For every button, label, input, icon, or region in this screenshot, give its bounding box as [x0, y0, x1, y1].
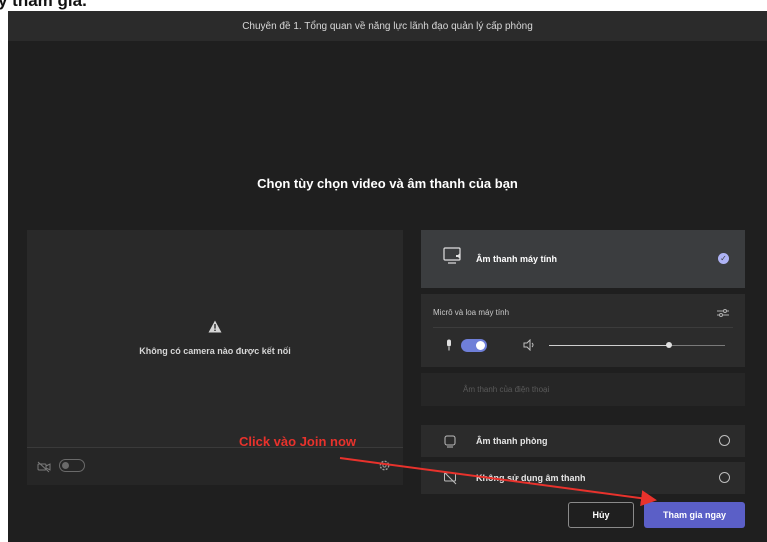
no-audio-radio[interactable]: [719, 472, 730, 483]
room-audio-radio[interactable]: [719, 435, 730, 446]
computer-audio-label: Âm thanh máy tính: [476, 254, 558, 264]
volume-slider[interactable]: [549, 342, 725, 348]
camera-toggle[interactable]: [59, 459, 85, 472]
microphone-icon: [445, 338, 453, 356]
camera-toggle-knob: [62, 462, 69, 469]
phone-audio-label: Âm thanh của điện thoại: [463, 385, 550, 394]
option-computer-audio[interactable]: Âm thanh máy tính ✓: [421, 230, 745, 288]
no-audio-icon: [443, 471, 457, 490]
preview-toolbar: [27, 447, 403, 485]
device-settings-box: Micrô và loa máy tính: [421, 294, 745, 367]
window-titlebar: Chuyên đề 1. Tổng quan về năng lực lãnh …: [8, 11, 767, 41]
device-label: Micrô và loa máy tính: [433, 308, 510, 317]
speaker-icon: [523, 338, 537, 356]
monitor-speaker-icon: [443, 247, 463, 270]
option-room-audio[interactable]: Âm thanh phòng: [421, 425, 745, 457]
check-icon: ✓: [718, 253, 729, 264]
teams-join-window: Chuyên đề 1. Tổng quan về năng lực lãnh …: [8, 11, 767, 542]
document-heading: y tham gia.: [0, 0, 87, 10]
gear-icon[interactable]: [378, 459, 391, 477]
page-title: Chọn tùy chọn video và âm thanh của bạn: [257, 176, 518, 191]
cancel-button[interactable]: Hủy: [568, 502, 634, 528]
camera-off-icon: [37, 460, 51, 478]
join-now-button[interactable]: Tham gia ngay: [644, 502, 745, 528]
no-camera-message: Không có camera nào được kết nối: [139, 346, 291, 356]
microphone-toggle-knob: [476, 341, 485, 350]
room-device-icon: [443, 434, 457, 453]
room-audio-label: Âm thanh phòng: [476, 436, 548, 446]
meeting-title: Chuyên đề 1. Tổng quan về năng lực lãnh …: [242, 20, 533, 32]
annotation-label: Click vào Join now: [239, 434, 357, 449]
device-settings-icon[interactable]: [717, 305, 729, 323]
volume-slider-fill: [549, 345, 669, 346]
microphone-toggle[interactable]: [461, 339, 487, 352]
option-no-audio[interactable]: Không sử dụng âm thanh: [421, 462, 745, 494]
no-audio-label: Không sử dụng âm thanh: [476, 473, 586, 483]
volume-slider-handle[interactable]: [665, 342, 672, 348]
warning-icon: [27, 320, 403, 338]
divider: [433, 327, 733, 328]
option-phone-audio: Âm thanh của điện thoại: [421, 373, 745, 406]
